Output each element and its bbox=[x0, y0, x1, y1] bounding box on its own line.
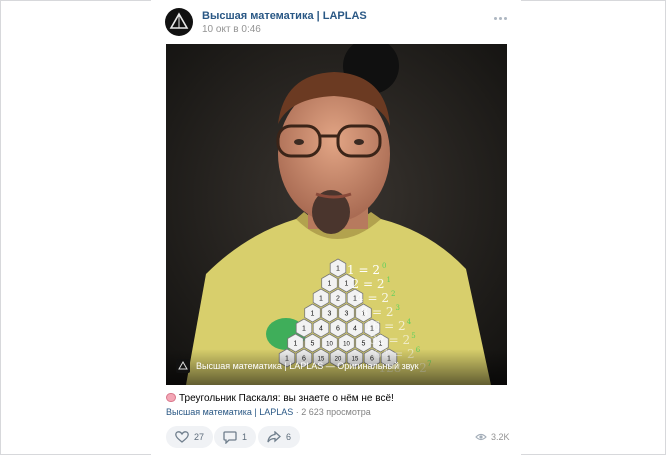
brain-emoji-icon bbox=[166, 393, 176, 402]
formula-exponent: 5 bbox=[411, 332, 415, 340]
comment-icon bbox=[223, 430, 237, 444]
post-text: Треугольник Паскаля: вы знаете о нём не … bbox=[166, 393, 394, 404]
views-counter: 3.2K bbox=[475, 432, 510, 442]
pascal-number: 5 bbox=[311, 341, 315, 348]
pascal-number: 1 bbox=[345, 281, 349, 288]
pascal-number: 1 bbox=[319, 296, 323, 303]
formula-line: 4 = 2 bbox=[356, 291, 389, 305]
pascal-number: 6 bbox=[336, 326, 340, 333]
pascal-number: 4 bbox=[319, 326, 323, 333]
video-caption-text: Высшая математика | LAPLAS — Оригинальны… bbox=[196, 361, 419, 371]
share-button[interactable]: 6 bbox=[258, 426, 301, 448]
video-player[interactable]: 111121133114641151010511615201561 1 = 20… bbox=[166, 44, 507, 385]
pascal-number: 1 bbox=[294, 341, 298, 348]
pascal-number: 4 bbox=[353, 326, 357, 333]
formula-exponent: 0 bbox=[382, 262, 386, 270]
left-eye bbox=[294, 139, 304, 145]
formula-exponent: 3 bbox=[396, 304, 400, 312]
comment-button[interactable]: 1 bbox=[214, 426, 257, 448]
post-text-content: Треугольник Паскаля: вы знаете о нём не … bbox=[179, 393, 394, 404]
pascal-number: 3 bbox=[328, 311, 332, 318]
formula-line: 32 = 2 bbox=[370, 333, 411, 347]
pascal-number: 1 bbox=[302, 326, 306, 333]
like-button[interactable]: 27 bbox=[166, 426, 214, 448]
ellipsis-icon bbox=[503, 16, 507, 20]
video-caption: Высшая математика | LAPLAS — Оригинальны… bbox=[176, 359, 419, 373]
formula-exponent: 1 bbox=[387, 276, 391, 284]
pascal-number: 10 bbox=[326, 342, 333, 348]
share-arrow-icon bbox=[267, 431, 281, 443]
formula-exponent: 4 bbox=[407, 318, 412, 326]
video-frame: 111121133114641151010511615201561 1 = 20… bbox=[166, 44, 507, 385]
eye-icon bbox=[475, 433, 487, 441]
pascal-number: 5 bbox=[362, 341, 366, 348]
author-avatar[interactable] bbox=[165, 8, 193, 36]
like-count: 27 bbox=[194, 432, 205, 442]
right-eye bbox=[354, 139, 364, 145]
formula-line: 2 = 2 bbox=[352, 277, 385, 291]
laplas-mini-logo-icon bbox=[176, 359, 190, 373]
meta-views: 2 623 просмотра bbox=[301, 407, 371, 417]
pascal-number: 1 bbox=[311, 311, 315, 318]
pascal-number: 1 bbox=[328, 281, 332, 288]
comment-count: 1 bbox=[242, 432, 248, 442]
formula-exponent: 2 bbox=[391, 290, 395, 298]
views-count: 3.2K bbox=[491, 432, 510, 442]
pascal-number: 2 bbox=[336, 296, 340, 303]
author-name[interactable]: Высшая математика | LAPLAS bbox=[202, 10, 367, 22]
heart-icon bbox=[175, 431, 189, 443]
ellipsis-icon bbox=[498, 16, 502, 20]
ellipsis-icon bbox=[493, 16, 497, 20]
meta-author-link[interactable]: Высшая математика | LAPLAS bbox=[166, 407, 293, 417]
formula-line: 8 = 2 bbox=[361, 305, 394, 319]
share-count: 6 bbox=[286, 432, 292, 442]
more-options-button[interactable] bbox=[490, 12, 510, 24]
formula-line: 1 = 2 bbox=[347, 263, 380, 277]
laplas-logo-icon bbox=[169, 12, 189, 29]
post-meta: Высшая математика | LAPLAS · 2 623 просм… bbox=[166, 407, 371, 417]
formula-line: 16 = 2 bbox=[365, 319, 406, 333]
pascal-number: 10 bbox=[343, 342, 350, 348]
post-time[interactable]: 10 окт в 0:46 bbox=[202, 24, 261, 35]
pascal-number: 3 bbox=[345, 311, 349, 318]
pascal-number: 1 bbox=[336, 266, 340, 273]
